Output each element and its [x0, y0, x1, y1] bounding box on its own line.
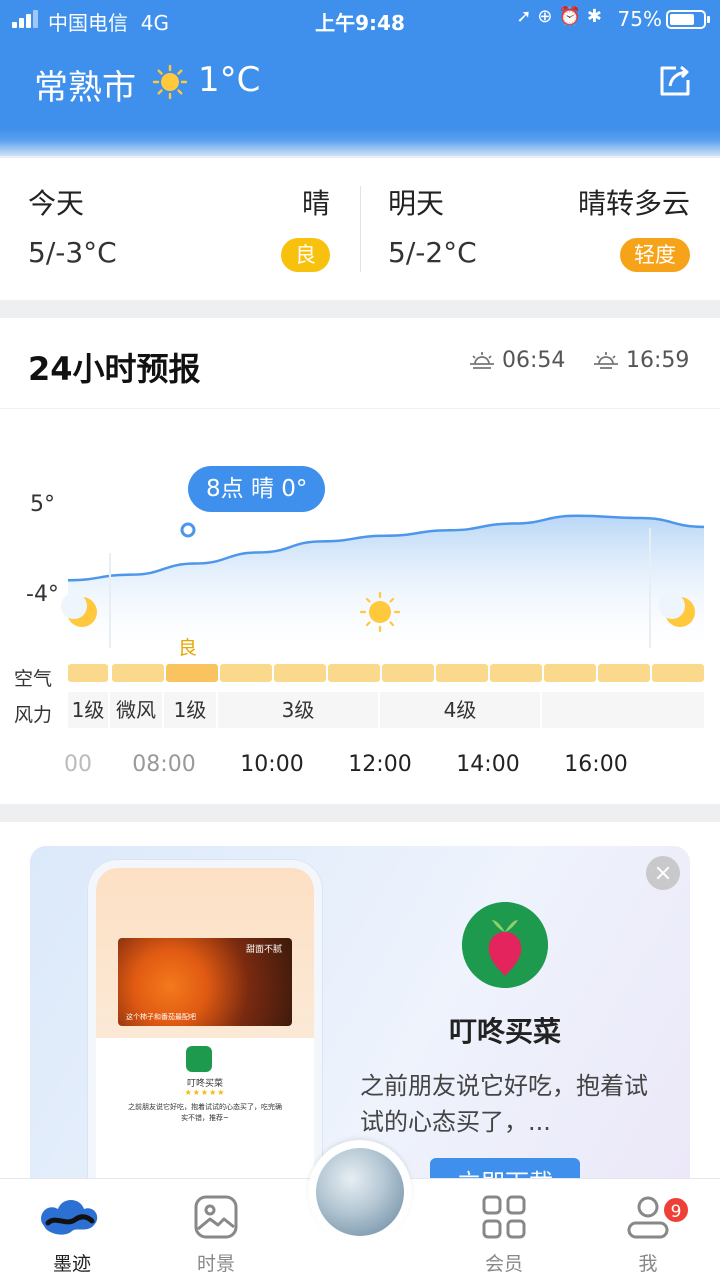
share-icon[interactable]	[656, 62, 694, 100]
wind-cell: 4级	[380, 692, 540, 728]
hourly-forecast-card: 24小时预报 06:54 16:59 5° -4° 8点 晴 0° 良 空气 风…	[0, 318, 720, 804]
sunrise-time: 06:54	[468, 348, 565, 373]
ad-app-name: 叮咚买菜	[448, 1015, 561, 1048]
air-row-label: 空气	[14, 668, 53, 690]
wind-cell: 微风	[110, 692, 162, 728]
wind-cell: 1级	[164, 692, 216, 728]
selected-point[interactable]	[180, 522, 196, 538]
city-name[interactable]: 常熟市	[34, 60, 136, 109]
current-temperature: 1°C	[198, 60, 261, 100]
day-condition: 晴转多云	[577, 187, 690, 220]
wind-row: 1级 微风 1级 3级 4级	[68, 692, 704, 728]
aqi-badge: 良	[281, 238, 330, 272]
star-rating: ★★★★★	[184, 1088, 226, 1097]
today-summary[interactable]: 今天 晴 5/-3°C 良	[0, 158, 360, 300]
radish-icon	[462, 902, 548, 988]
status-icons: ➚⊕⏰✱	[516, 6, 608, 27]
hour-label: 12:00	[348, 752, 412, 777]
hour-axis: 00 08:00 10:00 12:00 14:00 16:00	[0, 752, 720, 782]
divider	[0, 408, 720, 409]
hour-label: 08:00	[132, 752, 196, 777]
aqi-badge: 轻度	[620, 238, 690, 272]
day-label: 明天	[388, 187, 445, 220]
notification-badge: 9	[662, 1196, 690, 1224]
daily-summary-card: 今天 晴 5/-3°C 良 明天 晴转多云 5/-2°C 轻度	[0, 158, 720, 300]
nav-item-shijing[interactable]: 时景	[156, 1179, 276, 1280]
tomorrow-summary[interactable]: 明天 晴转多云 5/-2°C 轻度	[360, 158, 720, 300]
moji-icon	[41, 1200, 98, 1235]
wind-cell	[542, 692, 704, 728]
battery-icon	[666, 10, 710, 29]
hour-tooltip: 8点 晴 0°	[188, 466, 326, 512]
sunset-icon	[594, 352, 618, 369]
grid-icon	[482, 1195, 526, 1239]
sunrise-icon	[470, 352, 494, 369]
sunset-time: 16:59	[592, 348, 689, 373]
photo-icon	[194, 1195, 238, 1239]
ad-description: 之前朋友说它好吃，抱着试试的心态买了，...	[360, 1072, 648, 1136]
status-bar: 中国电信 4G 上午9:48 ➚⊕⏰✱ 75%	[0, 0, 720, 38]
battery-percent: 75%	[617, 7, 662, 31]
nav-item-member[interactable]: 会员	[444, 1179, 564, 1280]
hour-label: 14:00	[456, 752, 520, 777]
day-temp-range: 5/-2°C	[388, 236, 477, 269]
ad-mini-review: 之前朋友说它好吃，抱着试试的心态买了，吃完确实不错，推荐~	[128, 1103, 282, 1122]
wind-cell: 1级	[68, 692, 108, 728]
status-time: 上午9:48	[315, 11, 405, 35]
ad-food-image: 甜面不腻 这个柿子和番茄最配吧	[118, 938, 292, 1026]
app-header: 中国电信 4G 上午9:48 ➚⊕⏰✱ 75% 常熟市 1°C	[0, 0, 720, 156]
wind-cell: 3级	[218, 692, 378, 728]
day-label: 今天	[28, 187, 85, 220]
sun-icon	[152, 64, 188, 100]
hour-label: 16:00	[564, 752, 628, 777]
temperature-chart[interactable]	[0, 458, 720, 648]
day-condition: 晴	[301, 187, 330, 220]
nav-item-moji[interactable]: 墨迹	[12, 1179, 132, 1280]
nav-item-me[interactable]: 我	[588, 1179, 708, 1280]
wind-row-label: 风力	[14, 704, 53, 726]
hour-label: 10:00	[240, 752, 304, 777]
hour-label: 00	[64, 752, 92, 777]
day-temp-range: 5/-3°C	[28, 236, 117, 269]
aqi-marker: 良	[178, 637, 198, 659]
center-scene-button[interactable]	[308, 1140, 412, 1244]
air-quality-row	[68, 664, 704, 682]
forecast-title: 24小时预报	[28, 350, 201, 388]
radish-icon	[186, 1046, 212, 1072]
close-ad-button[interactable]	[646, 856, 680, 890]
